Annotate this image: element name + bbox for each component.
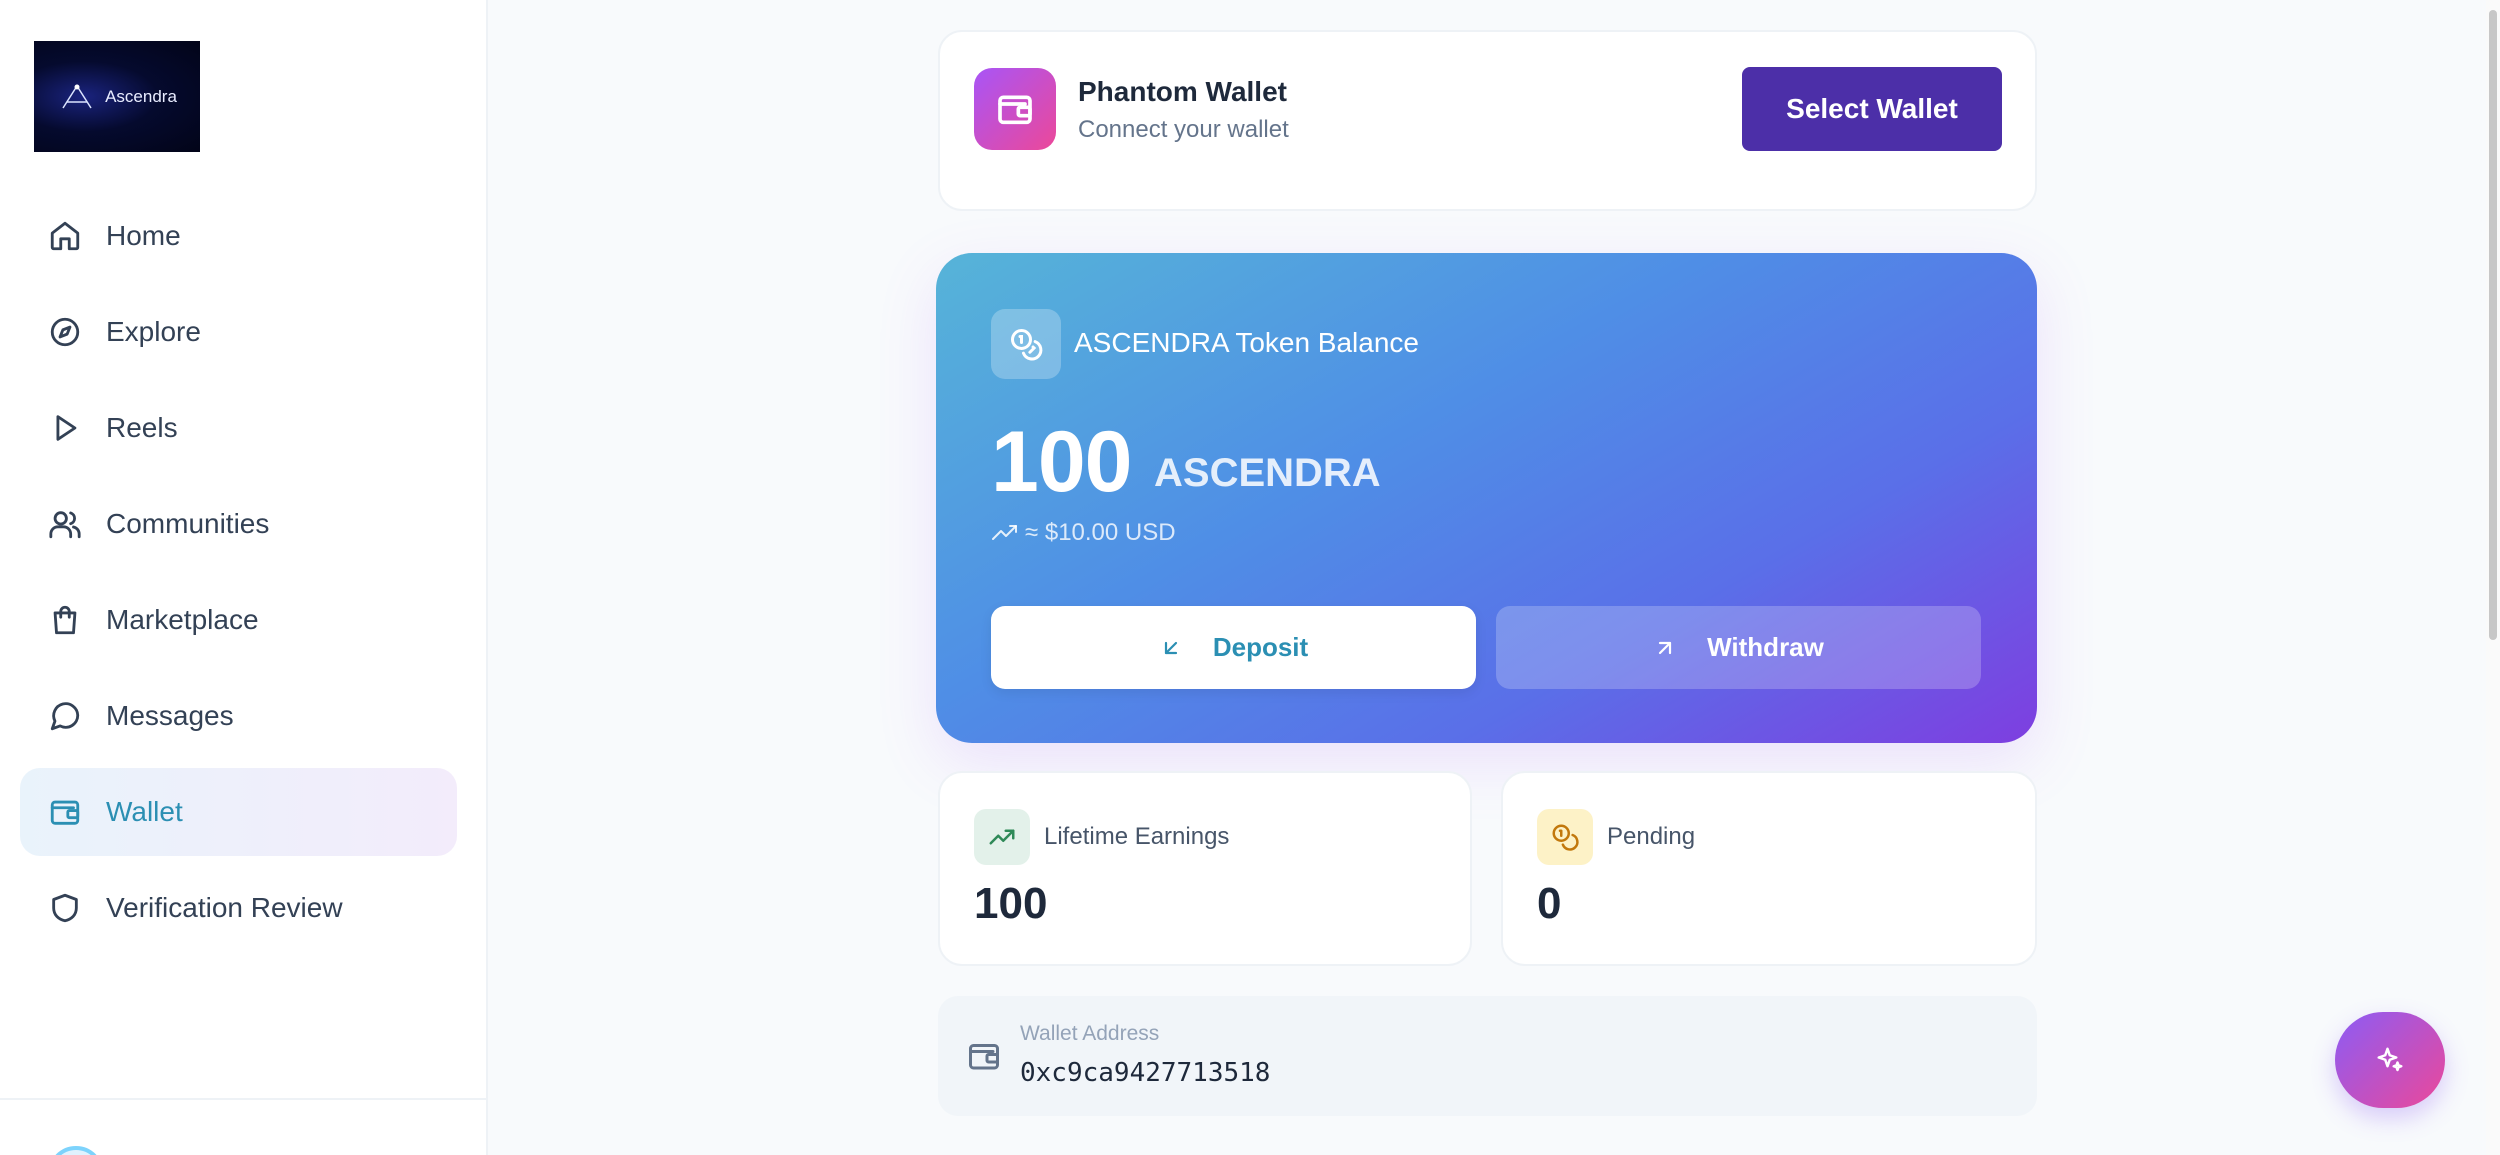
sidebar-divider bbox=[0, 1098, 488, 1100]
arrow-down-left-icon bbox=[1164, 641, 1177, 654]
coins-icon bbox=[991, 309, 1061, 379]
deposit-label: Deposit bbox=[1212, 632, 1309, 662]
play-icon bbox=[48, 411, 82, 445]
sidebar-item-reels[interactable]: Reels bbox=[20, 384, 457, 472]
sidebar-item-label: Wallet bbox=[106, 796, 183, 827]
withdraw-label: Withdraw bbox=[1707, 632, 1824, 662]
lifetime-earnings-value: 100 bbox=[974, 879, 1048, 928]
wallet-icon bbox=[966, 1038, 1002, 1074]
logo-text: Ascendra bbox=[105, 86, 177, 106]
sidebar-item-label: Home bbox=[106, 220, 181, 251]
trending-up-icon bbox=[992, 525, 1017, 540]
balance-usd: ≈ $10.00 USD bbox=[991, 519, 1176, 547]
page-scrollbar[interactable] bbox=[2486, 0, 2500, 1155]
arrow-up-right-icon bbox=[1659, 641, 1672, 654]
trending-up-icon bbox=[974, 809, 1030, 865]
home-icon bbox=[48, 219, 82, 253]
sidebar-item-label: Communities bbox=[106, 508, 270, 539]
wallet-address-label: Wallet Address bbox=[1020, 1022, 1160, 1045]
sidebar-item-label: Verification Review bbox=[106, 892, 343, 923]
balance-amount: 100 bbox=[991, 414, 1132, 510]
users-icon bbox=[48, 507, 82, 541]
avatar[interactable] bbox=[48, 1146, 104, 1155]
sparkles-icon bbox=[2377, 1047, 2403, 1072]
wallet-connect-card: Phantom Wallet Connect your wallet Selec… bbox=[938, 30, 2037, 211]
app-logo[interactable]: Ascendra bbox=[34, 41, 200, 152]
wallet-address-card: Wallet Address 0xc9ca9427713518 bbox=[938, 996, 2037, 1116]
pending-card: Pending 0 bbox=[1501, 771, 2037, 966]
sidebar-item-marketplace[interactable]: Marketplace bbox=[20, 576, 457, 664]
sidebar-item-label: Marketplace bbox=[106, 604, 259, 635]
sidebar-nav: Home Explore Reels Communities Marketpla… bbox=[20, 192, 457, 960]
deposit-button[interactable]: Deposit bbox=[991, 606, 1476, 689]
wallet-provider-title: Phantom Wallet bbox=[1078, 76, 1287, 107]
balance-title: ASCENDRA Token Balance bbox=[1074, 327, 1419, 358]
shield-icon bbox=[48, 891, 82, 925]
ai-assistant-button[interactable] bbox=[2335, 1012, 2445, 1108]
lifetime-earnings-card: Lifetime Earnings 100 bbox=[938, 771, 1472, 966]
sidebar-item-home[interactable]: Home bbox=[20, 192, 457, 280]
sidebar-item-communities[interactable]: Communities bbox=[20, 480, 457, 568]
shopping-bag-icon bbox=[48, 603, 82, 637]
sidebar-item-label: Messages bbox=[106, 700, 234, 731]
token-balance-card: ASCENDRA Token Balance 100 ASCENDRA ≈ $1… bbox=[936, 253, 2037, 743]
wallet-icon bbox=[974, 68, 1056, 150]
coins-icon bbox=[1537, 809, 1593, 865]
logo-mark-icon bbox=[62, 84, 92, 108]
pending-label: Pending bbox=[1607, 823, 1696, 850]
sidebar-item-explore[interactable]: Explore bbox=[20, 288, 457, 376]
sidebar-item-wallet[interactable]: Wallet bbox=[20, 768, 457, 856]
wallet-icon bbox=[48, 795, 82, 829]
message-circle-icon bbox=[48, 699, 82, 733]
compass-icon bbox=[48, 315, 82, 349]
sidebar-item-label: Explore bbox=[106, 316, 201, 347]
sidebar-item-messages[interactable]: Messages bbox=[20, 672, 457, 760]
wallet-provider-subtitle: Connect your wallet bbox=[1078, 116, 1289, 143]
balance-unit: ASCENDRA bbox=[1154, 451, 1381, 495]
scrollbar-thumb[interactable] bbox=[2489, 10, 2497, 640]
pending-value: 0 bbox=[1537, 879, 1562, 928]
select-wallet-button[interactable]: Select Wallet bbox=[1742, 67, 2002, 151]
sidebar: Ascendra Home Explore Reels Communities bbox=[0, 0, 488, 1155]
lifetime-earnings-label: Lifetime Earnings bbox=[1044, 823, 1230, 850]
withdraw-button[interactable]: Withdraw bbox=[1496, 606, 1981, 689]
sidebar-item-verification-review[interactable]: Verification Review bbox=[20, 864, 457, 952]
balance-usd-value: ≈ $10.00 USD bbox=[1025, 519, 1176, 546]
wallet-address-value[interactable]: 0xc9ca9427713518 bbox=[1020, 1058, 1270, 1088]
sidebar-item-label: Reels bbox=[106, 412, 178, 443]
